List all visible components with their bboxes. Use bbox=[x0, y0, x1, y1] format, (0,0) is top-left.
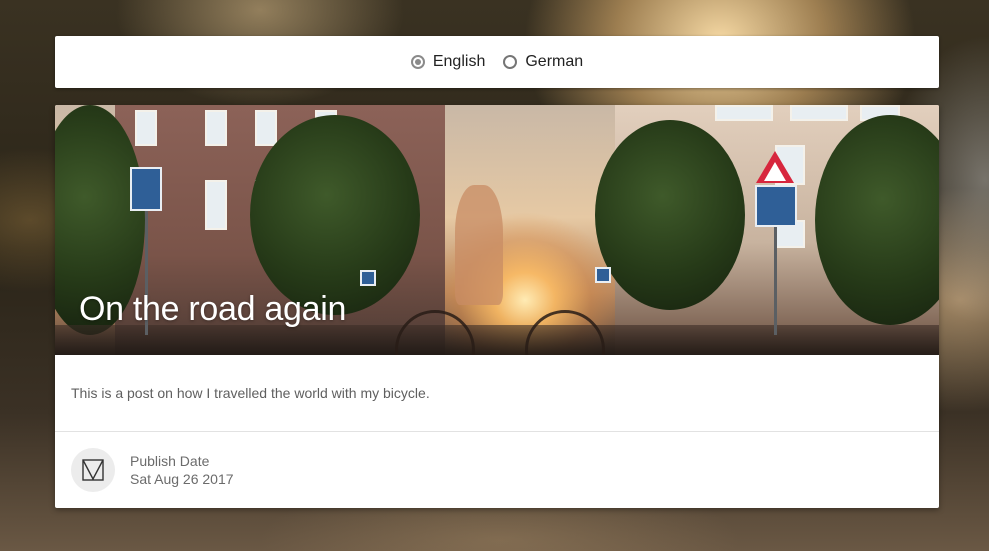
radio-german[interactable] bbox=[503, 55, 518, 69]
language-option-english[interactable]: English bbox=[410, 53, 486, 71]
window bbox=[205, 180, 227, 230]
publish-info: Publish Date Sat Aug 26 2017 bbox=[130, 452, 234, 488]
post-image: On the road again bbox=[55, 105, 939, 355]
bike-sign bbox=[130, 167, 162, 211]
small-sign bbox=[595, 267, 611, 283]
tree bbox=[595, 120, 745, 310]
language-label-english: English bbox=[432, 53, 486, 70]
book-icon bbox=[82, 459, 104, 481]
street bbox=[55, 325, 939, 355]
publish-date-value: Sat Aug 26 2017 bbox=[130, 471, 234, 487]
tree bbox=[250, 115, 420, 315]
window bbox=[715, 105, 773, 121]
cyclist bbox=[455, 185, 503, 305]
window bbox=[205, 110, 227, 146]
publish-date-label: Publish Date bbox=[130, 453, 210, 469]
post-card: On the road again This is a post on how … bbox=[55, 105, 939, 508]
window bbox=[790, 105, 848, 121]
post-title: On the road again bbox=[79, 290, 347, 328]
avatar bbox=[71, 448, 115, 492]
warning-sign-inner bbox=[764, 162, 786, 181]
language-option-german[interactable]: German bbox=[503, 53, 583, 71]
post-footer: Publish Date Sat Aug 26 2017 bbox=[55, 432, 939, 508]
language-label-german: German bbox=[525, 53, 584, 70]
bicycle-wheel bbox=[525, 310, 605, 355]
small-sign bbox=[360, 270, 376, 286]
radio-english[interactable] bbox=[410, 55, 425, 69]
bike-sign bbox=[755, 185, 797, 227]
window bbox=[135, 110, 157, 146]
language-selector: English German bbox=[55, 36, 939, 88]
post-description: This is a post on how I travelled the wo… bbox=[71, 385, 430, 401]
window bbox=[255, 110, 277, 146]
